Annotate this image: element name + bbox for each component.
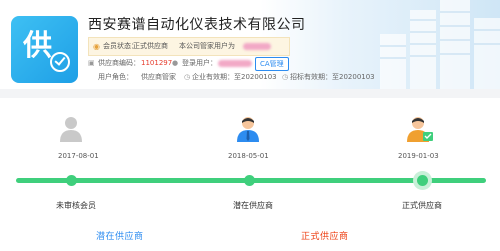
clock-icon: ◷ <box>282 73 289 81</box>
level-label-formal: 正式供应商 <box>402 201 442 210</box>
bid-validity-value: 至20200103 <box>332 73 375 81</box>
user-blue-icon <box>235 116 261 142</box>
card-icon: ▣ <box>88 59 95 67</box>
clock-icon: ◷ <box>184 73 191 81</box>
company-name: 西安赛谱自动化仪表技术有限公司 <box>88 17 306 33</box>
info-row-code: ▣ 供应商编码： 1101297 ● 登录用户： CA管理 <box>88 57 388 71</box>
check-circle-icon <box>50 52 70 72</box>
user-orange-certified-icon <box>406 116 434 142</box>
supplier-badge-icon: 供 <box>11 16 78 83</box>
ca-manage-button[interactable]: CA管理 <box>255 57 289 71</box>
enterprise-validity-value: 至20200103 <box>234 73 277 81</box>
admin-user-label: 本公司管家用户为 <box>179 42 235 50</box>
lightbulb-icon: ◉ <box>93 42 100 51</box>
user-gray-icon <box>58 116 84 142</box>
admin-user-redacted <box>243 43 271 50</box>
milestone-date-1: 2017-08-01 <box>58 152 99 160</box>
enterprise-validity-label: 企业有效期： <box>192 73 234 81</box>
timeline-dot <box>66 175 77 186</box>
potential-supplier-link[interactable]: 潜在供应商 <box>96 229 144 242</box>
milestone-date-2: 2018-05-01 <box>228 152 269 160</box>
login-user-label: 登录用户： <box>182 59 217 67</box>
timeline-dot <box>244 175 255 186</box>
supplier-code-value: 1101297 <box>141 59 173 67</box>
member-status-value: 正式供应商 <box>133 42 168 50</box>
role-label: 用户角色： <box>98 73 133 81</box>
login-user-redacted <box>218 60 252 67</box>
role-value: 供应商管家 <box>141 73 176 81</box>
member-status-bar: ◉ 会员状态： 正式供应商 本公司管家用户为 <box>88 37 290 56</box>
supplier-code-label: 供应商编码： <box>98 59 140 67</box>
supplier-badge-char: 供 <box>23 28 53 62</box>
level-label-potential: 潜在供应商 <box>233 201 273 210</box>
milestone-date-3: 2019-01-03 <box>398 152 439 160</box>
membership-timeline-card: 2017-08-01 2018-05-01 2019-01-03 未审核会员 潜… <box>0 98 500 251</box>
bid-validity-label: 招标有效期： <box>290 73 332 81</box>
level-label-unreviewed: 未审核会员 <box>56 201 96 210</box>
user-small-icon: ● <box>172 59 179 67</box>
supplier-header: 供 西安赛谱自动化仪表技术有限公司 ◉ 会员状态： 正式供应商 本公司管家用户为… <box>0 0 500 89</box>
info-row-role: 用户角色： 供应商管家 ◷ 企业有效期： 至20200103 ◷ 招标有效期： … <box>88 71 388 83</box>
timeline-current-dot <box>413 171 432 190</box>
formal-supplier-link[interactable]: 正式供应商 <box>301 229 349 242</box>
